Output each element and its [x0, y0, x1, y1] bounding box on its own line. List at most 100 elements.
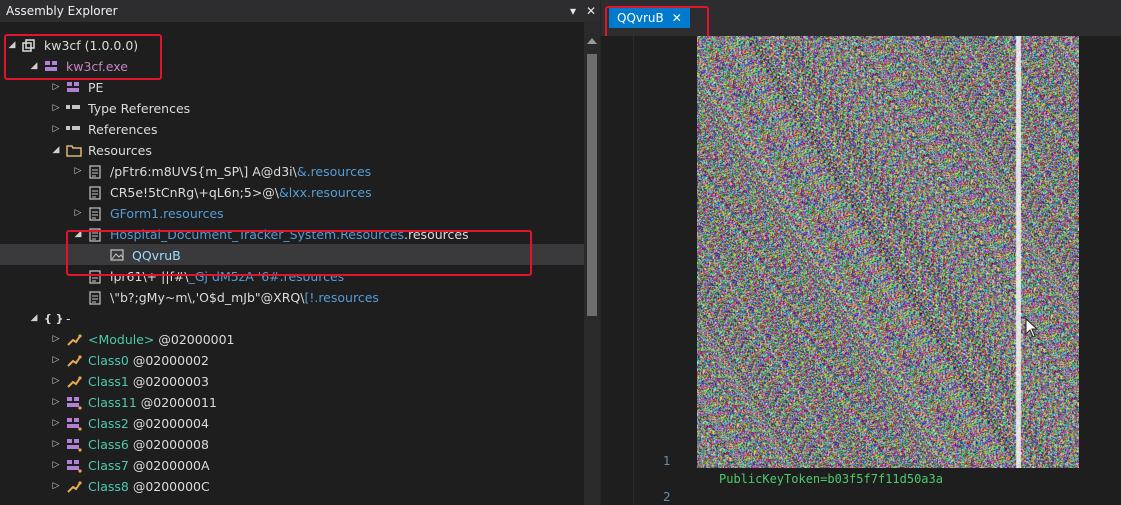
- tree-item[interactable]: ▷ Class6 @02000008: [0, 433, 584, 454]
- scroll-thumb[interactable]: [587, 54, 597, 316]
- expanded-arrow-icon[interactable]: ◢: [50, 140, 62, 161]
- resource-file-icon: [88, 164, 104, 179]
- collapsed-arrow-icon[interactable]: ▷: [50, 119, 62, 140]
- class-icon: [66, 375, 82, 389]
- code-line-public-key-token: PublicKeyToken=b03f5f7f11d50a3a: [719, 472, 943, 486]
- tree-item[interactable]: ◢ { } -: [0, 307, 584, 328]
- tree-item[interactable]: ▷ Type References: [0, 97, 584, 118]
- tree-item[interactable]: \"b?;gMy~m\,'O$d_mJb"@XRQ\[!.resources: [0, 286, 584, 307]
- tree-item-label: Class0: [88, 353, 129, 368]
- tree-item[interactable]: ◢ Resources: [0, 139, 584, 160]
- collapsed-arrow-icon[interactable]: ▷: [50, 476, 62, 497]
- tree-item[interactable]: ◢ Hospital_Document_Tracker_System.Resour…: [0, 223, 584, 244]
- references-icon: [66, 102, 82, 116]
- tree-item-label: /pFtr6:m8UVS{m_SP\] A@d3i\: [110, 164, 297, 179]
- collapsed-arrow-icon[interactable]: ▷: [50, 371, 62, 392]
- panel-dropdown-icon[interactable]: ▾: [564, 4, 582, 18]
- tree-item[interactable]: CR5e!5tCnRg\+qL6n;5>@\&lxx.resources: [0, 181, 584, 202]
- expanded-arrow-icon[interactable]: ◢: [6, 35, 18, 56]
- tree-item[interactable]: ▷ GForm1.resources: [0, 202, 584, 223]
- tree-item-label: Type References: [88, 101, 191, 116]
- collapsed-arrow-icon[interactable]: ▷: [50, 413, 62, 434]
- noise-image-preview: [697, 36, 1079, 468]
- assembly-tree: ◢ kw3cf (1.0.0.0) ◢ kw3cf.exe ▷ PE ▷ Type Refer…: [0, 22, 584, 505]
- collapsed-arrow-icon[interactable]: ▷: [72, 203, 84, 224]
- tree-item-label: lpr61\+ ||f#\: [110, 269, 189, 284]
- tree-item-label-suffix: @02000004: [128, 416, 209, 431]
- panel-close-icon[interactable]: ✕: [582, 4, 600, 18]
- tree-item[interactable]: ▷ References: [0, 118, 584, 139]
- tree-item[interactable]: lpr61\+ ||f#\_Gj dM5zA '6#.resources: [0, 265, 584, 286]
- class-icon-purple: [66, 417, 82, 431]
- panel-title: Assembly Explorer: [6, 4, 118, 18]
- tree-item-label: Class6: [88, 437, 129, 452]
- class-icon: [66, 480, 82, 494]
- tree-item-label: <Module>: [88, 332, 155, 347]
- tree-item[interactable]: ◢ kw3cf.exe: [0, 55, 584, 76]
- collapsed-arrow-icon[interactable]: ▷: [50, 98, 62, 119]
- tree-item-label: Class7: [88, 458, 129, 473]
- resource-file-icon: [88, 227, 104, 242]
- tree-item-label: QQvruB: [132, 248, 181, 263]
- tree-item-label-suffix: &.resources: [296, 164, 372, 179]
- panel-header: Assembly Explorer ▾ ✕: [0, 0, 600, 22]
- tree-item-label-suffix: @02000003: [128, 374, 209, 389]
- tree-item[interactable]: ▷ Class2 @02000004: [0, 412, 584, 433]
- collapsed-arrow-icon[interactable]: ▷: [50, 329, 62, 350]
- class-icon-purple: [66, 396, 82, 410]
- tree-item[interactable]: ▷ Class7 @0200000A: [0, 454, 584, 475]
- tree-item-label: Class8: [88, 479, 129, 494]
- gutter-divider: [633, 36, 634, 505]
- tree-item[interactable]: ▷ <Module> @02000001: [0, 328, 584, 349]
- editor-tabstrip: QQvruB ✕: [601, 0, 1121, 36]
- tree-item-label: References: [88, 122, 158, 137]
- collapsed-arrow-icon[interactable]: ▷: [50, 434, 62, 455]
- tree-item[interactable]: ▷ PE: [0, 76, 584, 97]
- tree-scrollbar[interactable]: [584, 22, 600, 505]
- class-icon-purple: [66, 459, 82, 473]
- tree-item-label: Class1: [88, 374, 129, 389]
- tree-item[interactable]: ◢ kw3cf (1.0.0.0): [0, 34, 584, 55]
- tree-item[interactable]: ▷ Class0 @02000002: [0, 349, 584, 370]
- collapsed-arrow-icon[interactable]: ▷: [50, 77, 62, 98]
- tree-item-label: CR5e!5tCnRg\+qL6n;5>@\: [110, 185, 280, 200]
- editor-area[interactable]: 1 2 PublicKeyToken=b03f5f7f11d50a3a: [601, 36, 1121, 505]
- expanded-arrow-icon[interactable]: ◢: [28, 308, 40, 329]
- tree-item-label-suffix: [!.resources: [304, 290, 379, 305]
- assembly-icon: [22, 38, 38, 53]
- expanded-arrow-icon[interactable]: ◢: [28, 56, 40, 77]
- line-number: 2: [663, 490, 671, 504]
- folder-icon: [66, 144, 82, 158]
- collapsed-arrow-icon[interactable]: ▷: [72, 161, 84, 182]
- scroll-up-icon[interactable]: [587, 38, 597, 44]
- resource-file-icon: [88, 290, 104, 305]
- tree-item[interactable]: ▷ Class11 @02000011: [0, 391, 584, 412]
- tree-item[interactable]: ▷ Class8 @0200000C: [0, 475, 584, 496]
- tree-item-label: Class2: [88, 416, 129, 431]
- expanded-arrow-icon[interactable]: ◢: [72, 224, 84, 245]
- collapsed-arrow-icon[interactable]: ▷: [50, 455, 62, 476]
- assembly-explorer-panel: Assembly Explorer ▾ ✕ ◢ kw3cf (1.0.0.0) ◢ k…: [0, 0, 600, 505]
- module-icon: [44, 60, 60, 74]
- tree-item-label-suffix: @02000002: [128, 353, 209, 368]
- tree-item[interactable]: ▷ Class1 @02000003: [0, 370, 584, 391]
- tab-qqvrub[interactable]: QQvruB ✕: [609, 8, 690, 28]
- tab-close-icon[interactable]: ✕: [672, 11, 682, 25]
- module-icon: [66, 81, 82, 95]
- collapsed-arrow-icon[interactable]: ▷: [50, 350, 62, 371]
- tree-item-label: Class11: [88, 395, 137, 410]
- class-icon: [66, 354, 82, 368]
- tree-item-label-suffix: @02000011: [136, 395, 217, 410]
- tree-item-label-suffix: @0200000C: [128, 479, 210, 494]
- tab-label: QQvruB: [617, 11, 664, 25]
- tree-item-label-suffix: _Gj dM5zA '6#.resources: [188, 269, 345, 284]
- collapsed-arrow-icon[interactable]: ▷: [50, 392, 62, 413]
- resource-file-icon: [88, 269, 104, 284]
- tree-item[interactable]: QQvruB: [0, 244, 584, 265]
- tree-item-label: Hospital_Document_Tracker_System.Resourc…: [110, 227, 405, 242]
- resource-file-icon: [88, 206, 104, 221]
- tree-item-label-suffix: &lxx.resources: [279, 185, 372, 200]
- tree-item[interactable]: ▷ /pFtr6:m8UVS{m_SP\] A@d3i\&.resources: [0, 160, 584, 181]
- tree-item-label-suffix: .resources: [404, 227, 469, 242]
- resource-file-icon: [88, 185, 104, 200]
